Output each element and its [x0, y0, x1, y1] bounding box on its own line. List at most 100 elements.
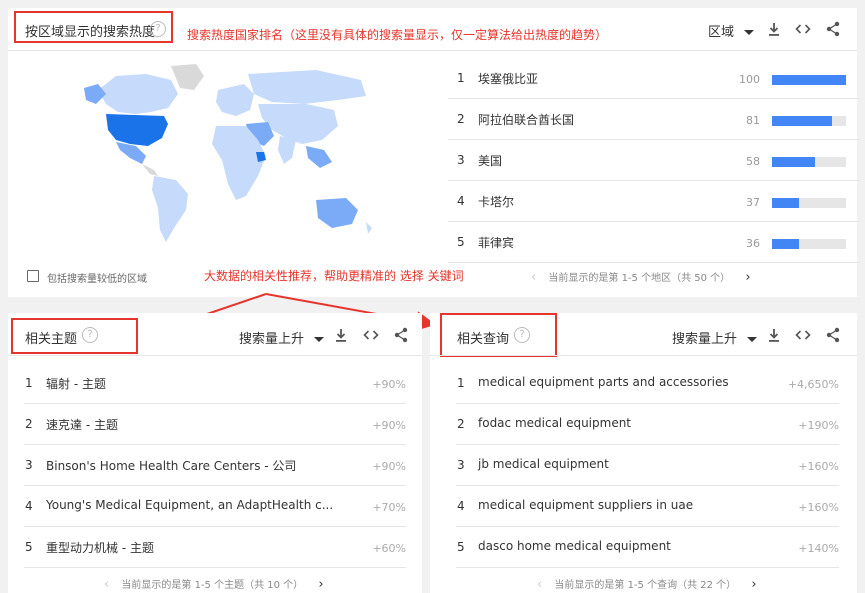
region-value: 81 [746, 114, 760, 127]
chevron-left-icon[interactable]: ‹ [531, 270, 536, 285]
list-item[interactable]: 3 jb medical equipment +160% [456, 445, 839, 486]
map-se-asia [306, 146, 332, 168]
list-item[interactable]: 1 medical equipment parts and accessories… [456, 363, 839, 404]
list-item-label[interactable]: fodac medical equipment [478, 416, 631, 430]
topics-card-title: 相关主题 [25, 332, 78, 347]
region-bar-fill [772, 116, 832, 126]
download-icon[interactable] [765, 21, 783, 39]
region-dropdown[interactable]: 区域 [708, 21, 755, 40]
help-icon[interactable]: ? [82, 327, 98, 343]
list-item-rank: 5 [25, 540, 33, 554]
region-row[interactable]: 2 阿拉伯联合酋长国 81 [448, 99, 860, 140]
map-new-zealand [366, 222, 372, 234]
region-bar-fill [772, 157, 815, 167]
list-item-value: +160% [798, 501, 839, 514]
map-central-america [142, 164, 158, 176]
list-item-label[interactable]: medical equipment parts and accessories [478, 375, 729, 389]
chevron-right-icon[interactable]: › [745, 270, 750, 285]
region-name[interactable]: 阿拉伯联合酋长国 [478, 111, 574, 128]
map-greenland [171, 64, 204, 90]
list-item-label[interactable]: dasco home medical equipment [478, 539, 671, 553]
list-item-value: +4,650% [787, 378, 839, 391]
topics-dropdown[interactable]: 搜索量上升 [239, 328, 325, 347]
list-item-label[interactable]: Binson's Home Health Care Centers - 公司 [46, 457, 296, 474]
chevron-right-icon[interactable]: › [318, 577, 323, 592]
embed-icon[interactable] [362, 327, 380, 345]
region-rank: 4 [457, 194, 465, 208]
share-icon[interactable] [824, 21, 842, 39]
list-item[interactable]: 2 fodac medical equipment +190% [456, 404, 839, 445]
help-icon[interactable]: ? [514, 327, 530, 343]
world-map [84, 64, 372, 242]
map-russia [248, 70, 366, 104]
chevron-down-icon [744, 30, 755, 35]
region-rank: 3 [457, 153, 465, 167]
region-row[interactable]: 1 埃塞俄比亚 100 [448, 58, 860, 99]
embed-icon[interactable] [794, 327, 812, 345]
list-item-label[interactable]: 重型动力机械 - 主题 [46, 539, 154, 556]
share-icon[interactable] [392, 327, 410, 345]
list-item-value: +90% [372, 419, 406, 432]
map-australia [316, 198, 358, 228]
list-item-rank: 1 [457, 376, 465, 390]
map-india [278, 136, 296, 164]
header-divider [430, 355, 857, 356]
region-bar-fill [772, 239, 799, 249]
queries-dropdown-label: 搜索量上升 [672, 332, 738, 347]
region-card: 按区域显示的搜索热度 ? 搜索热度国家排名（这里没有具体的搜索量显示，仅一定算法… [8, 8, 860, 297]
list-item-value: +190% [798, 419, 839, 432]
queries-card-title: 相关查询 [457, 332, 510, 347]
list-item-label[interactable]: Young's Medical Equipment, an AdaptHealt… [46, 498, 333, 512]
region-row[interactable]: 4 卡塔尔 37 [448, 181, 860, 222]
list-item-rank: 4 [457, 499, 465, 513]
region-value: 58 [746, 155, 760, 168]
region-name[interactable]: 菲律宾 [478, 234, 514, 251]
list-item[interactable]: 5 dasco home medical equipment +140% [456, 527, 839, 568]
list-item[interactable]: 2 速克達 - 主题 +90% [24, 404, 406, 445]
header-divider [8, 355, 422, 356]
list-item-label[interactable]: jb medical equipment [478, 457, 609, 471]
download-icon[interactable] [765, 327, 783, 345]
queries-pager: ‹ 当前显示的是第 1-5 个查询（共 22 个） › [537, 576, 757, 592]
list-item-value: +70% [372, 501, 406, 514]
region-annotation: 搜索热度国家排名（这里没有具体的搜索量显示，仅一定算法给出热度的趋势） [187, 28, 608, 42]
queries-dropdown[interactable]: 搜索量上升 [672, 328, 758, 347]
queries-card: 相关查询 ? 搜索量上升 1 medical equipment parts an… [430, 313, 857, 593]
list-item-value: +90% [372, 378, 406, 391]
queries-pager-text: 当前显示的是第 1-5 个查询（共 22 个） [554, 580, 737, 591]
region-name[interactable]: 美国 [478, 152, 502, 169]
list-item-label[interactable]: 速克達 - 主题 [46, 416, 118, 433]
region-card-title: 按区域显示的搜索热度 [25, 25, 156, 40]
region-bar-fill [772, 198, 800, 208]
list-item-value: +90% [372, 460, 406, 473]
embed-icon[interactable] [794, 21, 812, 39]
list-item[interactable]: 5 重型动力机械 - 主题 +60% [24, 527, 406, 568]
list-item[interactable]: 3 Binson's Home Health Care Centers - 公司 +… [24, 445, 406, 486]
chevron-left-icon[interactable]: ‹ [537, 577, 542, 592]
list-item-rank: 4 [25, 499, 33, 513]
low-volume-checkbox[interactable] [27, 270, 39, 282]
download-icon[interactable] [332, 327, 350, 345]
list-item[interactable]: 4 medical equipment suppliers in uae +160% [456, 486, 839, 527]
region-name[interactable]: 埃塞俄比亚 [478, 70, 538, 87]
share-icon[interactable] [824, 327, 842, 345]
list-item-rank: 1 [25, 376, 33, 390]
region-name[interactable]: 卡塔尔 [478, 193, 514, 210]
topics-card: 相关主题 ? 搜索量上升 1 辐射 - 主题 +90% 2 速克達 - 主题 +90% 3 B… [8, 313, 422, 593]
chevron-right-icon[interactable]: › [751, 577, 756, 592]
map-mexico [116, 142, 146, 164]
region-row[interactable]: 5 菲律宾 36 [448, 222, 860, 263]
help-icon[interactable]: ? [150, 21, 166, 37]
list-item[interactable]: 1 辐射 - 主题 +90% [24, 363, 406, 404]
region-row[interactable]: 3 美国 58 [448, 140, 860, 181]
list-item-label[interactable]: medical equipment suppliers in uae [478, 498, 693, 512]
region-value: 36 [746, 237, 760, 250]
list-item-label[interactable]: 辐射 - 主题 [46, 375, 106, 392]
chevron-left-icon[interactable]: ‹ [104, 577, 109, 592]
region-rank: 2 [457, 112, 465, 126]
list-item[interactable]: 4 Young's Medical Equipment, an AdaptHeal… [24, 486, 406, 527]
region-bar [772, 239, 846, 249]
list-item-rank: 2 [25, 417, 33, 431]
map-europe [216, 84, 254, 116]
chevron-down-icon [314, 337, 325, 342]
